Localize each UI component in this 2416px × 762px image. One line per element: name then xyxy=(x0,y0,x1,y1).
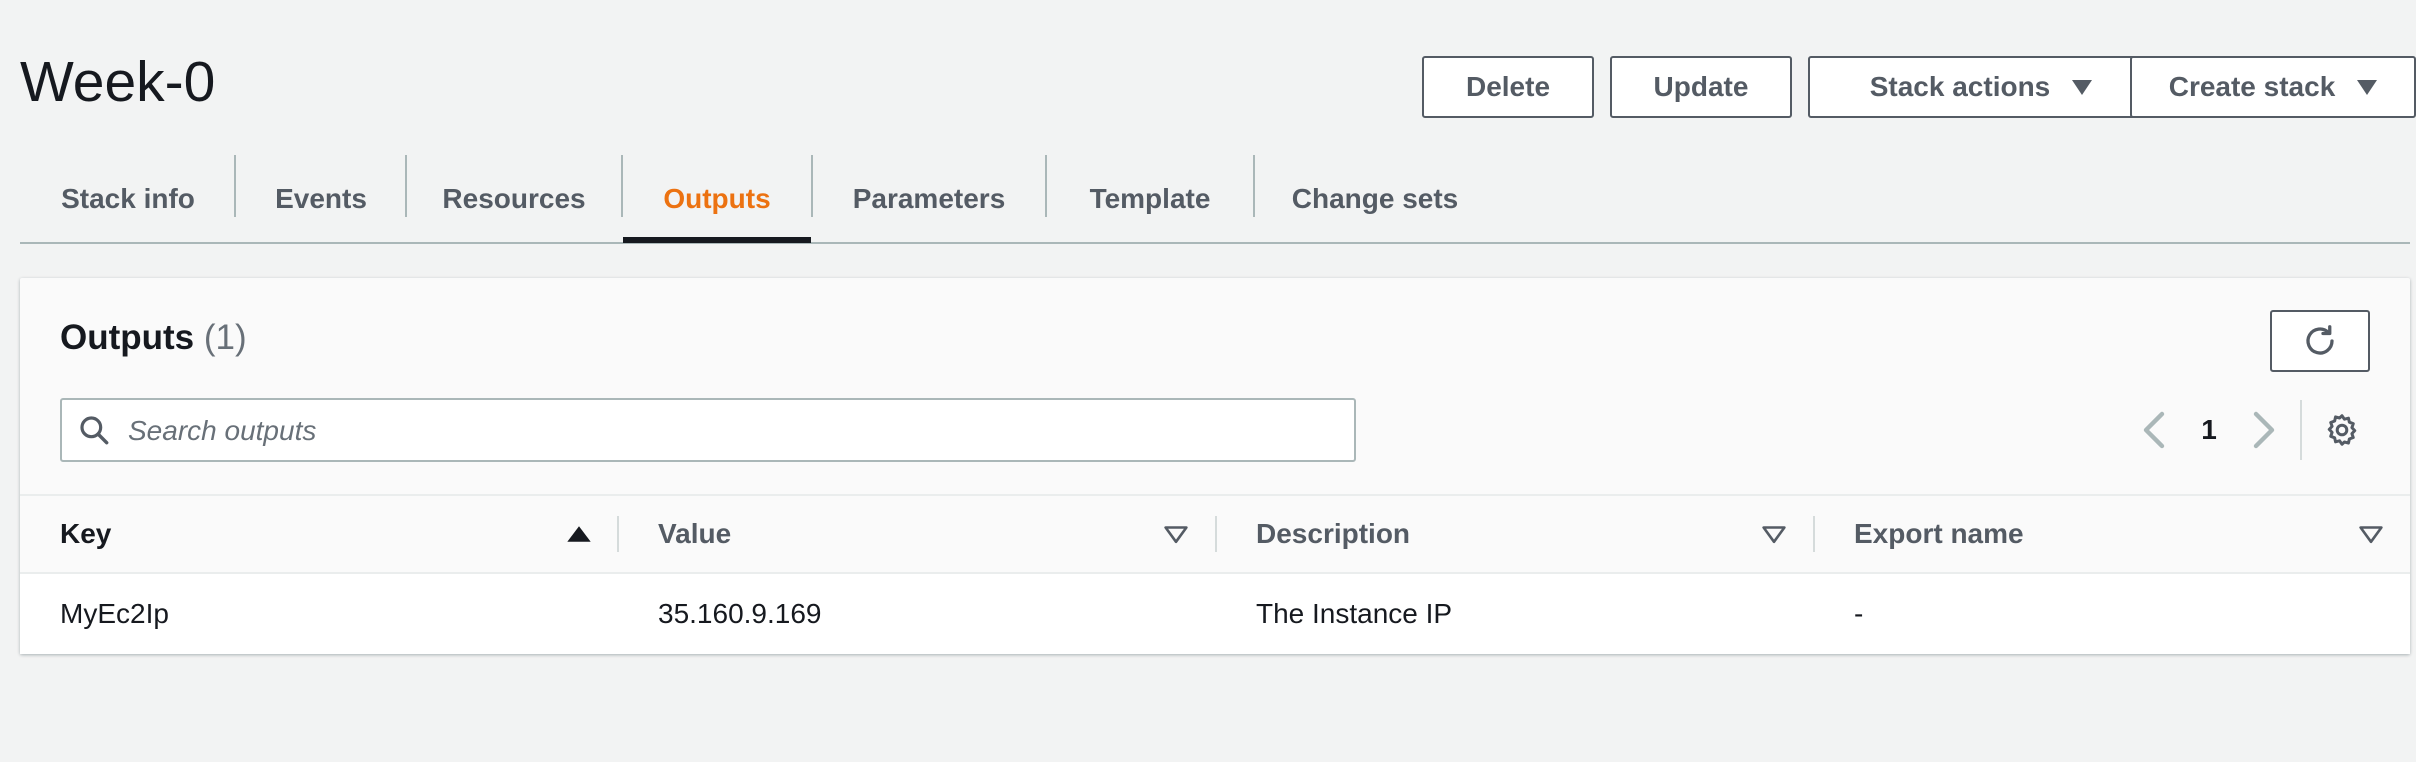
create-stack-dropdown[interactable]: Create stack xyxy=(2130,56,2416,118)
cell-key: MyEc2Ip xyxy=(60,598,169,629)
column-divider xyxy=(1813,516,1815,552)
gear-icon[interactable] xyxy=(2324,412,2360,448)
outputs-title: Outputs xyxy=(60,318,195,357)
outputs-heading: Outputs (1) xyxy=(60,318,247,358)
refresh-button[interactable] xyxy=(2270,310,2370,372)
tab-change-sets[interactable]: Change sets xyxy=(1255,155,1495,243)
update-button-label: Update xyxy=(1653,71,1749,102)
refresh-icon xyxy=(2306,325,2334,355)
update-button[interactable]: Update xyxy=(1610,56,1792,118)
table-row xyxy=(20,574,2410,654)
sort-icon[interactable] xyxy=(1163,522,1189,546)
sort-icon[interactable] xyxy=(2358,522,2384,546)
tab-outputs[interactable]: Outputs xyxy=(623,155,811,243)
column-header-export-name[interactable]: Export name xyxy=(1854,494,2024,574)
page-number[interactable]: 1 xyxy=(2196,410,2222,450)
search-box xyxy=(60,398,1356,462)
delete-button-label: Delete xyxy=(1465,71,1551,102)
stack-actions-label: Stack actions xyxy=(1869,71,2051,102)
column-header-description[interactable]: Description xyxy=(1256,494,1410,574)
active-tab-indicator xyxy=(623,237,811,243)
tab-parameters[interactable]: Parameters xyxy=(813,155,1045,243)
caret-down-icon xyxy=(2072,79,2093,95)
next-page-icon[interactable] xyxy=(2250,410,2278,450)
previous-page-icon[interactable] xyxy=(2140,410,2168,450)
column-divider xyxy=(617,516,619,552)
tabs-baseline xyxy=(20,242,2410,244)
delete-button[interactable]: Delete xyxy=(1422,56,1594,118)
tab-template[interactable]: Template xyxy=(1047,155,1253,243)
cell-description: The Instance IP xyxy=(1256,598,1453,629)
cell-value: 35.160.9.169 xyxy=(658,598,822,629)
page-title: Week-0 xyxy=(20,50,216,114)
pagination-divider xyxy=(2300,400,2302,460)
sort-ascending-icon[interactable] xyxy=(566,522,592,546)
tab-resources[interactable]: Resources xyxy=(407,155,621,243)
outputs-count: (1) xyxy=(203,318,247,357)
column-divider xyxy=(1215,516,1217,552)
search-icon xyxy=(80,416,109,445)
stack-actions-dropdown[interactable]: Stack actions xyxy=(1808,56,2154,118)
create-stack-label: Create stack xyxy=(2168,71,2336,102)
column-header-value[interactable]: Value xyxy=(658,494,731,574)
sort-icon[interactable] xyxy=(1761,522,1787,546)
cell-export-name: - xyxy=(1854,598,1864,629)
search-input[interactable] xyxy=(126,402,1344,460)
tab-stack-info[interactable]: Stack info xyxy=(20,155,236,243)
tab-events[interactable]: Events xyxy=(236,155,406,243)
column-header-key[interactable]: Key xyxy=(60,494,111,574)
caret-down-icon xyxy=(2357,79,2378,95)
